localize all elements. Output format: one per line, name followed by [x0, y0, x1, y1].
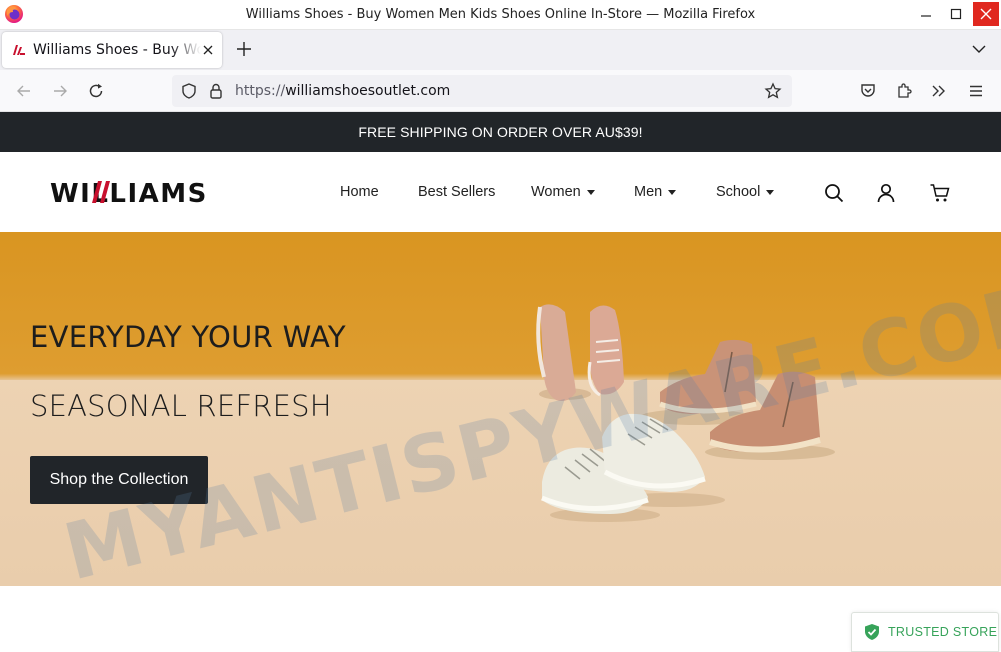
nav-women[interactable]: Women [531, 184, 595, 200]
extensions-puzzle-icon[interactable] [894, 81, 914, 101]
nav-home-label: Home [340, 184, 379, 200]
cart-icon[interactable] [929, 182, 951, 204]
overflow-chevrons-icon[interactable] [929, 81, 949, 101]
tab-close-icon[interactable] [201, 43, 215, 57]
forward-arrow-icon[interactable] [50, 81, 70, 101]
pocket-icon[interactable] [858, 81, 878, 101]
back-arrow-icon[interactable] [14, 81, 34, 101]
hero-subheadline: SEASONAL REFRESH [30, 389, 332, 423]
new-tab-icon[interactable] [234, 39, 254, 59]
close-icon [980, 8, 992, 20]
maximize-icon [950, 8, 962, 20]
url-protocol: https:// [235, 83, 286, 99]
caret-down-icon [766, 190, 775, 195]
williams-logo[interactable]: WILLIAMS [50, 177, 212, 207]
navigation-toolbar: https://williamshoesoutlet.com [0, 70, 1001, 112]
lock-icon[interactable] [207, 82, 225, 100]
hamburger-menu-icon[interactable] [966, 81, 986, 101]
hero-banner: EVERYDAY YOUR WAY SEASONAL REFRESH Shop … [0, 232, 1001, 586]
hero-headline: EVERYDAY YOUR WAY [30, 320, 346, 354]
window-title: Williams Shoes - Buy Women Men Kids Shoe… [245, 7, 756, 22]
nav-best-sellers[interactable]: Best Sellers [418, 184, 495, 200]
minimize-icon [921, 15, 931, 17]
williams-favicon-icon [13, 45, 25, 55]
caret-down-icon [586, 190, 595, 195]
nav-home[interactable]: Home [340, 184, 379, 200]
site-header: WILLIAMS Home Best Sellers Women Men Sch… [0, 152, 1001, 232]
url-host: williamshoesoutlet.com [285, 83, 451, 99]
tab-title: Williams Shoes - Buy Women Men Kids Shoe… [33, 42, 201, 58]
window-titlebar: Williams Shoes - Buy Women Men Kids Shoe… [0, 0, 1001, 30]
tab-active[interactable]: Williams Shoes - Buy Women Men Kids Shoe… [2, 32, 222, 68]
tracking-shield-icon[interactable] [180, 82, 198, 100]
nav-school[interactable]: School [716, 184, 775, 200]
nav-men[interactable]: Men [634, 184, 677, 200]
close-window-button[interactable] [973, 2, 999, 26]
maximize-button[interactable] [943, 2, 969, 26]
logo-text: WILLIAMS [50, 179, 208, 207]
trusted-store-badge[interactable]: TRUSTED STORE [851, 612, 999, 652]
nav-school-label: School [716, 184, 761, 200]
promo-banner: FREE SHIPPING ON ORDER OVER AU$39! [0, 112, 1001, 152]
url-bar[interactable]: https://williamshoesoutlet.com [172, 75, 792, 107]
tab-bar: Williams Shoes - Buy Women Men Kids Shoe… [0, 30, 1001, 70]
shop-collection-button[interactable]: Shop the Collection [30, 456, 208, 504]
account-icon[interactable] [875, 182, 897, 204]
shield-check-icon [865, 624, 879, 640]
hero-shoes-image [536, 304, 835, 522]
tab-list-chevron-icon[interactable] [970, 40, 988, 58]
reload-icon[interactable] [86, 81, 106, 101]
bookmark-star-icon[interactable] [764, 82, 782, 100]
nav-best-sellers-label: Best Sellers [418, 184, 496, 200]
url-text[interactable]: https://williamshoesoutlet.com [235, 83, 450, 99]
caret-down-icon [668, 190, 677, 195]
nav-men-label: Men [634, 184, 663, 200]
trusted-store-label: TRUSTED STORE [888, 625, 998, 639]
minimize-button[interactable] [913, 2, 939, 26]
nav-women-label: Women [531, 184, 581, 200]
search-icon[interactable] [823, 182, 845, 204]
